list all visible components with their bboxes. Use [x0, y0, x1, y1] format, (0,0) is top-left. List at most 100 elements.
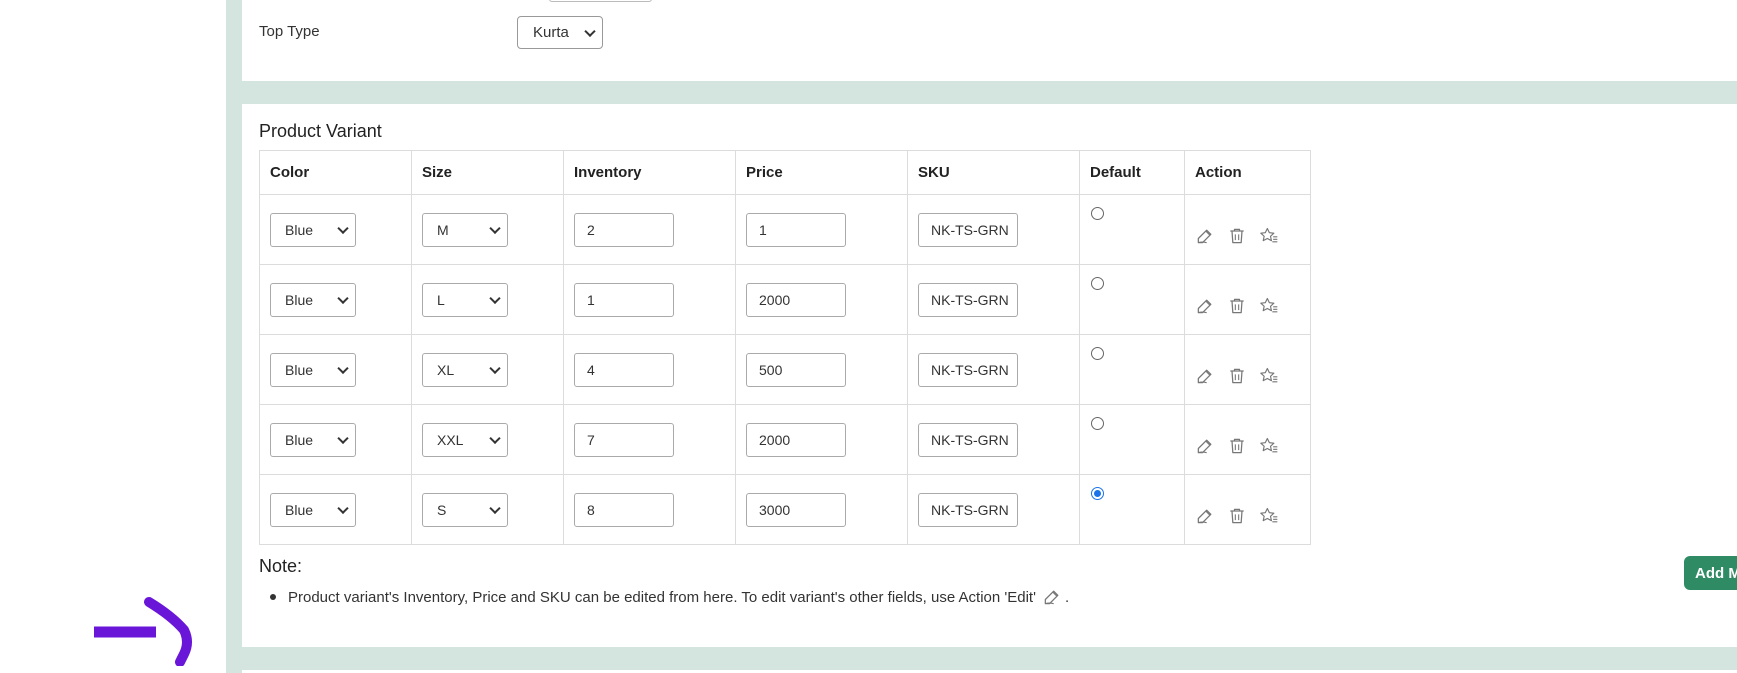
sku-input[interactable]: NK-TS-GRN: [918, 492, 1018, 527]
top-type-value: Kurta: [533, 24, 569, 41]
chevron-down-icon: [489, 222, 501, 234]
price-input[interactable]: 2000: [746, 422, 846, 457]
color-value: Blue: [285, 361, 314, 378]
column-header: Default: [1079, 150, 1185, 195]
column-header: Action: [1184, 150, 1311, 195]
price-cell: 2000: [735, 264, 908, 335]
edit-icon[interactable]: [1195, 506, 1215, 526]
star-list-icon[interactable]: [1259, 506, 1279, 526]
default-radio[interactable]: [1091, 277, 1104, 290]
edit-icon[interactable]: [1195, 226, 1215, 246]
color-value: Blue: [285, 291, 314, 308]
top-type-card: [242, 0, 1737, 81]
default-radio[interactable]: [1091, 417, 1104, 430]
inventory-cell: 7: [563, 404, 736, 475]
action-cell: [1184, 334, 1311, 405]
price-input[interactable]: 500: [746, 352, 846, 387]
color-select[interactable]: Blue: [270, 212, 356, 247]
edit-icon: [1042, 587, 1062, 607]
price-input[interactable]: 2000: [746, 282, 846, 317]
table-row: Blue L 1 2000 NK-TS-GRN: [259, 264, 1311, 335]
price-input[interactable]: 3000: [746, 492, 846, 527]
trash-icon[interactable]: [1227, 506, 1247, 526]
size-value: S: [437, 501, 447, 518]
table-row: Blue XL 4 500 NK-TS-GRN: [259, 334, 1311, 405]
color-cell: Blue: [259, 404, 412, 475]
column-header: Size: [411, 150, 564, 195]
default-cell: [1079, 264, 1185, 335]
top-type-select[interactable]: Kurta: [517, 16, 603, 49]
color-select[interactable]: Blue: [270, 352, 356, 387]
price-cell: 500: [735, 334, 908, 405]
inventory-cell: 4: [563, 334, 736, 405]
sku-cell: NK-TS-GRN: [907, 264, 1080, 335]
purple-arrow-icon: [94, 597, 192, 666]
previous-select-stub[interactable]: [549, 0, 652, 2]
trash-icon[interactable]: [1227, 436, 1247, 456]
size-select[interactable]: L: [422, 282, 508, 317]
row-actions: [1195, 436, 1300, 456]
sku-input[interactable]: NK-TS-GRN: [918, 282, 1018, 317]
sku-cell: NK-TS-GRN: [907, 194, 1080, 265]
sku-input[interactable]: NK-TS-GRN: [918, 352, 1018, 387]
variants-table: Color Size Inventory Price SKU Default A…: [259, 150, 1311, 545]
color-select[interactable]: Blue: [270, 422, 356, 457]
chevron-down-icon: [489, 292, 501, 304]
size-value: XL: [437, 361, 455, 378]
size-select[interactable]: XL: [422, 352, 508, 387]
color-select[interactable]: Blue: [270, 492, 356, 527]
edit-icon[interactable]: [1195, 296, 1215, 316]
inventory-input[interactable]: 4: [574, 352, 674, 387]
inventory-input[interactable]: 1: [574, 282, 674, 317]
column-header: SKU: [907, 150, 1080, 195]
price-cell: 1: [735, 194, 908, 265]
edit-icon[interactable]: [1195, 366, 1215, 386]
edit-icon[interactable]: [1195, 436, 1215, 456]
default-radio[interactable]: [1091, 487, 1104, 500]
row-actions: [1195, 226, 1300, 246]
section-title: Product Variant: [259, 121, 382, 141]
sku-input[interactable]: NK-TS-GRN: [918, 212, 1018, 247]
column-header: Color: [259, 150, 412, 195]
size-select[interactable]: M: [422, 212, 508, 247]
size-value: L: [437, 291, 445, 308]
default-radio[interactable]: [1091, 207, 1104, 220]
inventory-cell: 8: [563, 474, 736, 545]
trash-icon[interactable]: [1227, 296, 1247, 316]
color-cell: Blue: [259, 474, 412, 545]
inventory-input[interactable]: 7: [574, 422, 674, 457]
add-variant-button[interactable]: Add M: [1684, 556, 1737, 590]
size-select[interactable]: S: [422, 492, 508, 527]
color-select[interactable]: Blue: [270, 282, 356, 317]
color-cell: Blue: [259, 264, 412, 335]
price-input[interactable]: 1: [746, 212, 846, 247]
star-list-icon[interactable]: [1259, 226, 1279, 246]
star-list-icon[interactable]: [1259, 436, 1279, 456]
inventory-input[interactable]: 2: [574, 212, 674, 247]
chevron-down-icon: [489, 432, 501, 444]
trash-icon[interactable]: [1227, 226, 1247, 246]
size-cell: M: [411, 194, 564, 265]
action-cell: [1184, 474, 1311, 545]
sku-cell: NK-TS-GRN: [907, 474, 1080, 545]
action-cell: [1184, 264, 1311, 335]
table-row: Blue XXL 7 2000 NK-TS-GRN: [259, 404, 1311, 475]
trash-icon[interactable]: [1227, 366, 1247, 386]
default-cell: [1079, 194, 1185, 265]
table-row: Blue M 2 1 NK-TS-GRN: [259, 194, 1311, 265]
size-cell: S: [411, 474, 564, 545]
inventory-input[interactable]: 8: [574, 492, 674, 527]
star-list-icon[interactable]: [1259, 366, 1279, 386]
chevron-down-icon: [337, 222, 349, 234]
chevron-down-icon: [337, 292, 349, 304]
sku-input[interactable]: NK-TS-GRN: [918, 422, 1018, 457]
action-cell: [1184, 404, 1311, 475]
note-text-main: Product variant's Inventory, Price and S…: [288, 588, 1036, 606]
default-radio[interactable]: [1091, 347, 1104, 360]
default-cell: [1079, 474, 1185, 545]
color-cell: Blue: [259, 194, 412, 265]
inventory-cell: 1: [563, 264, 736, 335]
table-header-row: Color Size Inventory Price SKU Default A…: [259, 150, 1311, 195]
star-list-icon[interactable]: [1259, 296, 1279, 316]
size-select[interactable]: XXL: [422, 422, 508, 457]
